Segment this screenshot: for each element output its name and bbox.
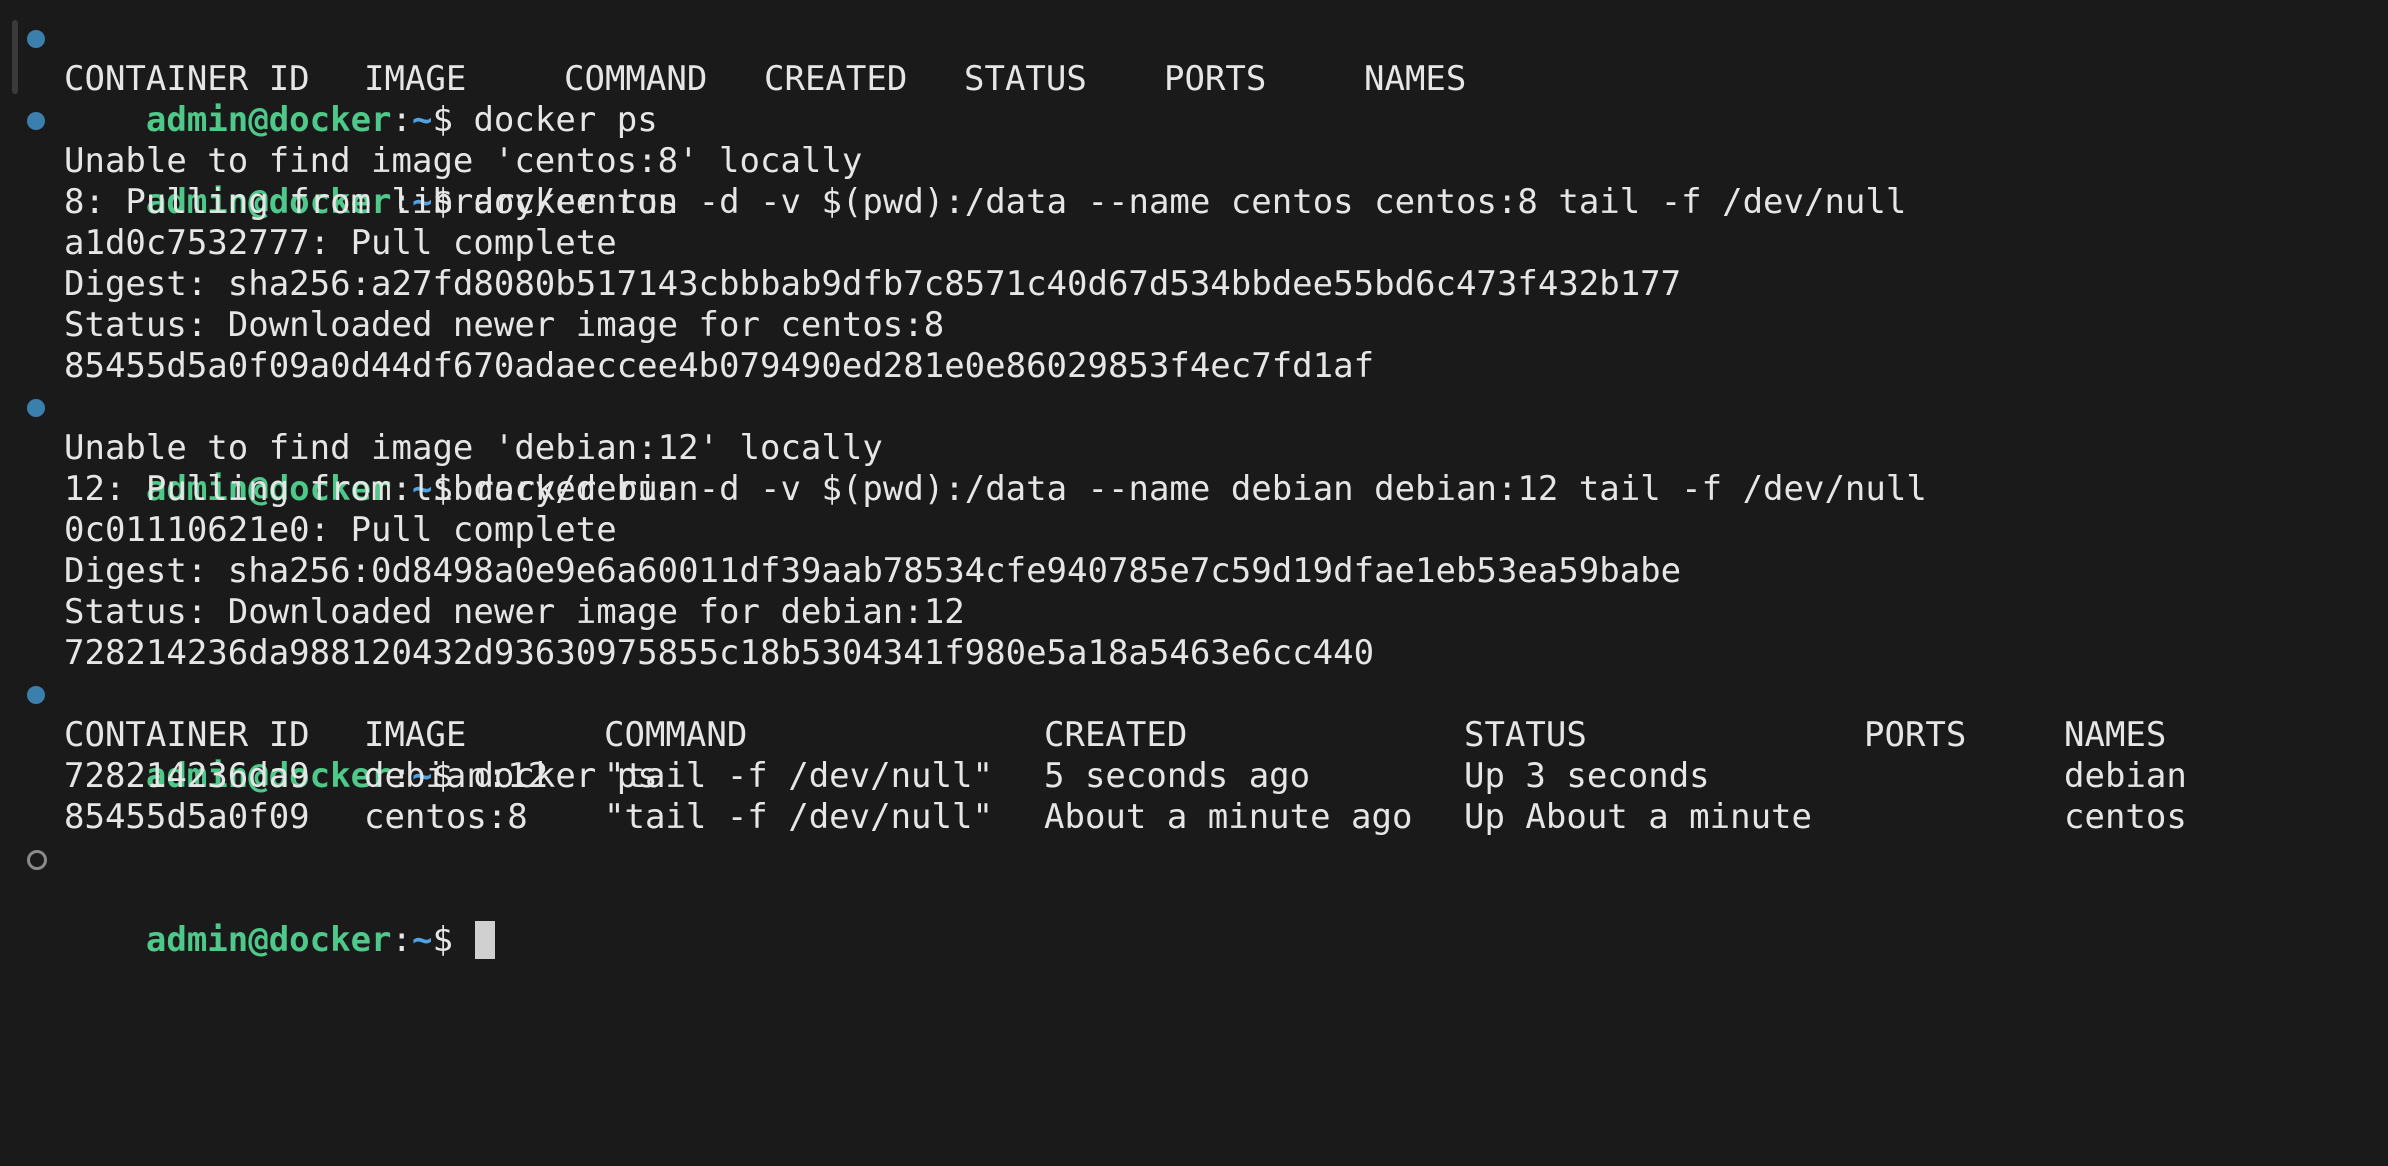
output-line: 85455d5a0f09a0d44df670adaeccee4b079490ed… [64, 346, 1375, 386]
prompt-path: ~ [412, 920, 433, 960]
command-decoration-icon[interactable] [27, 686, 45, 704]
cell-names: debian [2064, 756, 2187, 796]
output-line: 0c01110621e0: Pull complete [64, 510, 617, 550]
cell-command: "tail -f /dev/null" [604, 756, 993, 796]
output-line: 728214236da988120432d93630975855c18b5304… [64, 633, 1375, 673]
header-created: CREATED [764, 59, 908, 99]
output-line: Digest: sha256:0d8498a0e9e6a60011df39aab… [64, 551, 1682, 591]
header-status: STATUS [1464, 715, 1587, 755]
cell-created: About a minute ago [1044, 797, 1413, 837]
cell-status: Up About a minute [1464, 797, 1812, 837]
prompt-line: admin@docker:~$ docker run -d -v $(pwd):… [0, 100, 2388, 222]
header-container-id: CONTAINER ID [64, 715, 310, 755]
terminal-output[interactable]: admin@docker:~$ docker ps CONTAINER ID I… [0, 18, 2388, 960]
header-command: COMMAND [564, 59, 708, 99]
header-names: NAMES [1364, 59, 1467, 99]
prompt-separator: : [391, 920, 413, 960]
prompt-line: admin@docker:~$ docker ps [0, 674, 2388, 796]
header-status: STATUS [964, 59, 1087, 99]
command-decoration-icon[interactable] [27, 399, 45, 417]
output-line: 8: Pulling from library/centos [64, 182, 679, 222]
output-line: 12: Pulling from library/debian [64, 469, 699, 509]
output-line: Unable to find image 'centos:8' locally [64, 141, 863, 181]
header-image: IMAGE [364, 59, 467, 99]
cell-names: centos [2064, 797, 2187, 837]
header-ports: PORTS [1164, 59, 1267, 99]
table-header-row: CONTAINER ID IMAGE COMMAND CREATED STATU… [0, 59, 2388, 100]
command-decoration-icon[interactable] [27, 30, 45, 48]
output-line: Status: Downloaded newer image for cento… [64, 305, 945, 345]
output-line: Digest: sha256:a27fd8080b517143cbbbab9df… [64, 264, 1682, 304]
cell-image: debian:12 [364, 756, 549, 796]
current-prompt-line[interactable]: admin@docker:~$ [0, 838, 2388, 960]
header-ports: PORTS [1864, 715, 1967, 755]
table-header-row: CONTAINER ID IMAGE COMMAND CREATED STATU… [0, 715, 2388, 756]
header-command: COMMAND [604, 715, 748, 755]
command-decoration-icon[interactable] [27, 112, 45, 130]
cell-container-id: 85455d5a0f09 [64, 797, 310, 837]
header-created: CREATED [1044, 715, 1188, 755]
output-line: a1d0c7532777: Pull complete [64, 223, 617, 263]
prompt-line: admin@docker:~$ docker run -d -v $(pwd):… [0, 387, 2388, 509]
prompt-line: admin@docker:~$ docker ps [0, 18, 2388, 140]
table-row: 85455d5a0f09 centos:8 "tail -f /dev/null… [0, 797, 2388, 838]
command-decoration-empty-icon[interactable] [27, 850, 47, 870]
cell-status: Up 3 seconds [1464, 756, 1710, 796]
cell-image: centos:8 [364, 797, 528, 837]
cell-created: 5 seconds ago [1044, 756, 1311, 796]
header-container-id: CONTAINER ID [64, 59, 310, 99]
text-cursor[interactable] [475, 921, 496, 959]
output-line: Status: Downloaded newer image for debia… [64, 592, 965, 632]
table-row: 728214236da9 debian:12 "tail -f /dev/nul… [0, 756, 2388, 797]
output-line: Unable to find image 'debian:12' locally [64, 428, 883, 468]
prompt-user-host: admin@docker [145, 920, 392, 960]
cell-container-id: 728214236da9 [64, 756, 310, 796]
header-image: IMAGE [364, 715, 467, 755]
header-names: NAMES [2064, 715, 2167, 755]
cell-command: "tail -f /dev/null" [604, 797, 993, 837]
prompt-symbol: $ [432, 920, 474, 960]
